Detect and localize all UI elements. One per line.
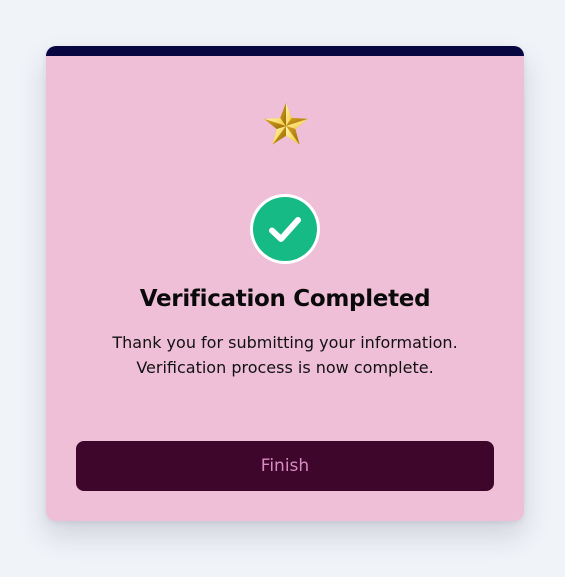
check-circle-icon xyxy=(250,194,320,264)
dialog-title: Verification Completed xyxy=(139,286,431,312)
message-line-1: Thank you for submitting your informatio… xyxy=(112,333,458,352)
verification-card: Verification Completed Thank you for sub… xyxy=(46,46,524,521)
finish-button[interactable]: Finish xyxy=(76,441,494,491)
message-line-2: Verification process is now complete. xyxy=(136,358,434,377)
card-top-bar xyxy=(46,46,524,56)
star-icon xyxy=(261,101,311,151)
